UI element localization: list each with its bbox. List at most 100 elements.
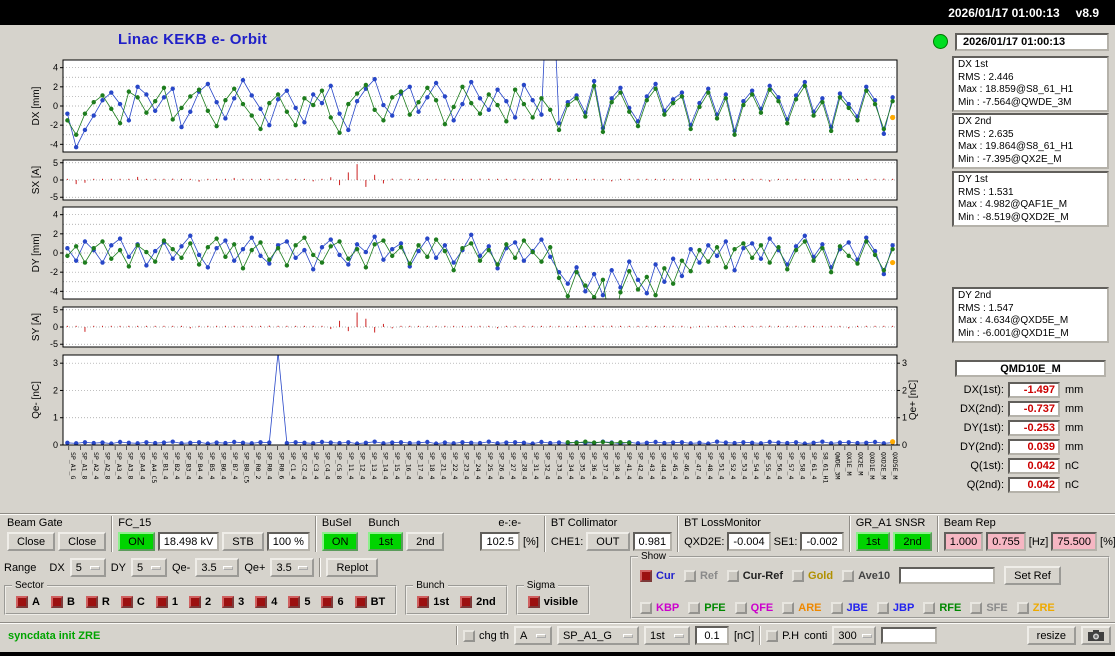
show-row-2: KBP PFE QFE ARE JBE JBP RFE SFE ZRE [640,602,1102,614]
monitor-label: DY(1st): [963,422,1004,434]
show-sfe-item: SFE [970,602,1008,614]
stat-max: Max : 18.859@S8_61_H1 [958,84,1074,95]
show-gold-checkbox[interactable] [792,569,805,582]
svg-text:SP_56_4: SP_56_4 [775,452,783,479]
gr-snsr-1st-button[interactable]: 1st [855,532,891,551]
bt-lossmonitor-label: BT LossMonitor [684,517,761,529]
sector-3-checkbox[interactable] [222,596,235,608]
show-qfe-checkbox[interactable] [734,602,747,614]
sector-6-checkbox[interactable] [321,596,334,608]
sector-a-checkbox[interactable] [16,596,28,608]
svg-text:0: 0 [53,322,58,332]
show-kbp-checkbox[interactable] [640,602,652,614]
monitor-label: Q(1st): [970,460,1004,472]
che1-out-button[interactable]: OUT [586,532,630,551]
monitor-unit: mm [1065,403,1084,415]
show-pfe-checkbox[interactable] [688,602,701,614]
sector-4-checkbox[interactable] [255,596,268,608]
show-cur-checkbox[interactable] [640,569,652,582]
bunch-1st-checkbox[interactable] [417,596,430,608]
sector-5-checkbox[interactable] [288,596,301,608]
svg-text:SP_R0_4: SP_R0_4 [266,452,274,479]
bunch-1st-button[interactable]: 1st [368,532,404,551]
svg-text:SP_46_4: SP_46_4 [683,452,691,479]
stat-rms: RMS : 1.547 [958,302,1014,314]
replot-button[interactable]: Replot [326,558,379,577]
beam-gate-close-2-button[interactable]: Close [58,532,107,551]
ref-name-input[interactable] [899,567,996,584]
bunch-select-group: Bunch 1st 2nd [405,580,508,615]
chg-th-checkbox[interactable] [463,629,475,642]
show-cur-ref-checkbox[interactable] [726,569,739,582]
titlebar-datetime: 2026/01/17 01:00:13 [948,5,1060,20]
application-window: 2026/01/17 01:00:13 v8.9 Linac KEKB e- O… [0,0,1115,656]
svg-text:SP_A4_4: SP_A4_4 [138,452,146,479]
range-dy-select[interactable]: 5 [130,558,167,577]
status-datetime: 2026/01/17 01:00:13 [955,33,1109,51]
svg-text:SP_45_4: SP_45_4 [671,452,679,479]
svg-text:-2: -2 [50,120,58,130]
show-row-1: Cur Ref Cur-Ref Gold Ave10 Set Ref [640,566,1102,585]
svg-text:0: 0 [902,440,907,450]
svg-text:SP_26_4: SP_26_4 [497,452,505,479]
show-jbe-checkbox[interactable] [830,602,843,614]
gr-snsr-2nd-button[interactable]: 2nd [893,532,932,551]
beam-gate-close-1-button[interactable]: Close [7,532,56,551]
set-ref-button[interactable]: Set Ref [1004,566,1061,585]
range-qem-label: Qe- [171,561,191,574]
busel-on-button[interactable]: ON [321,532,359,551]
show-sfe-checkbox[interactable] [970,602,983,614]
snapshot-button[interactable] [1081,626,1111,645]
chg-th-label: chg th [479,629,509,642]
dy-2nd-stats: DY 2nd RMS : 1.547 Max : 4.634@QXD5E_M M… [952,287,1109,343]
bottom-input[interactable] [881,627,938,644]
resize-button[interactable]: resize [1026,626,1076,645]
bunch-2nd-button[interactable]: 2nd [406,532,445,551]
svg-text:SP_C2_4: SP_C2_4 [300,452,308,479]
sector-bt-checkbox[interactable] [354,596,367,608]
svg-text:SP_C3_4: SP_C3_4 [312,452,320,479]
svg-text:QXD2E_M: QXD2E_M [880,452,888,479]
interval-select[interactable]: 300 [832,626,877,645]
range-dx-select[interactable]: 5 [69,558,106,577]
svg-text:0: 0 [53,440,58,450]
ee-ratio-group: e-:e- 102.5 [%] [475,516,543,552]
bunch-2nd-checkbox[interactable] [460,596,473,608]
range-qem-select[interactable]: 3.5 [195,558,240,577]
svg-text:SP_58_4: SP_58_4 [799,452,807,479]
sector-2-checkbox[interactable] [188,596,201,608]
bt-collimator-group: BT Collimator CHE1: OUT 0.981 [546,516,677,552]
bunch-1st-item: 1st [417,596,449,608]
sector-2-label: 2 [204,596,212,608]
show-ave10-checkbox[interactable] [842,569,855,582]
show-rfe-checkbox[interactable] [923,602,936,614]
svg-text:SP_52_4: SP_52_4 [729,452,737,479]
sp-select[interactable]: SP_A1_G [556,626,639,645]
mode-select[interactable]: A [513,626,552,645]
show-ref-checkbox[interactable] [683,569,696,582]
fc15-on-button[interactable]: ON [118,532,155,551]
svg-text:0: 0 [53,248,58,258]
sector-c-checkbox[interactable] [120,596,133,608]
svg-text:SP_16_4: SP_16_4 [405,452,413,479]
monitor-unit: mm [1065,384,1084,396]
status-message: syncdata init ZRE [8,630,101,642]
sector-5-item: 5 [288,596,310,608]
show-jbp-checkbox[interactable] [876,602,889,614]
show-are-checkbox[interactable] [782,602,795,614]
qxd2e-label: QXD2E: [684,535,725,548]
show-ave10-label: Ave10 [858,569,891,582]
ph-checkbox[interactable] [766,629,779,642]
range-qep-select[interactable]: 3.5 [270,558,315,577]
svg-text:-5: -5 [50,339,58,349]
sigma-visible-checkbox[interactable] [527,596,540,608]
show-zre-checkbox[interactable] [1016,602,1029,614]
sector-1-checkbox[interactable] [155,596,168,608]
sector-b-checkbox[interactable] [50,596,63,608]
beam-rep-group: Beam Rep 1.000 0.755 [Hz] 75.500 [%] [939,516,1115,552]
fc15-stb-button[interactable]: STB [222,532,264,551]
bunch-sel-select[interactable]: 1st [643,626,690,645]
stat-rms: RMS : 2.446 [958,71,1014,83]
sector-3-label: 3 [238,596,245,608]
sector-r-checkbox[interactable] [85,596,98,608]
